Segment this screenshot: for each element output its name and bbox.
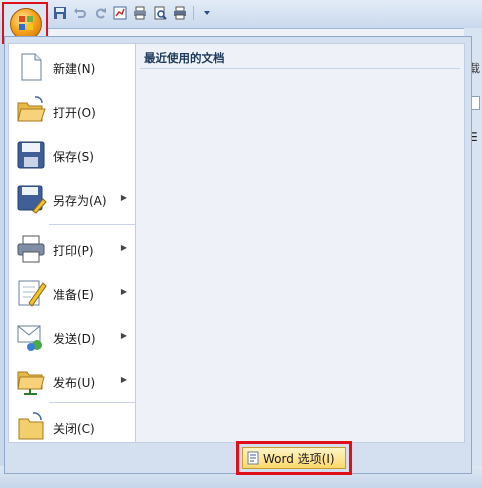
close-folder-icon [18,412,44,440]
menu-item-print[interactable]: 打印(P) ▶ [9,228,135,270]
submenu-arrow-icon: ▶ [120,287,127,296]
submenu-arrow-icon: ▶ [120,331,127,340]
undo-icon[interactable] [72,5,88,21]
new-document-icon [21,53,42,81]
prepare-pen-icon [18,280,47,307]
menu-item-label: 打开(O) [53,106,96,120]
word-options-icon [247,451,259,465]
quick-print-icon[interactable] [172,5,188,21]
recent-documents-divider [140,68,460,69]
menu-item-save[interactable]: 保存(S) [9,134,135,176]
publish-folder-icon [17,371,45,395]
menu-item-label: 另存为(A) [53,194,107,208]
menu-separator [49,402,135,403]
toolbar-separator [193,6,194,20]
recent-documents-panel: 最近使用的文档 [136,43,465,443]
save-icon[interactable] [52,5,68,21]
print-icon[interactable] [132,5,148,21]
submenu-arrow-icon: ▶ [120,193,127,202]
menu-item-new[interactable]: 新建(N) [9,46,135,88]
menu-item-prepare[interactable]: 准备(E) ▶ [9,272,135,314]
word-options-highlight: Word 选项(I) [236,441,352,475]
menu-command-list: 新建(N) 打开(O) 保存(S) 另存为(A) ▶ 打印(P) ▶ 准备(E)… [8,43,136,443]
submenu-arrow-icon: ▶ [120,243,127,252]
menu-item-close[interactable]: 关闭(C) [9,406,135,448]
quick-access-toolbar [52,4,215,22]
office-logo-icon [19,16,33,30]
menu-item-label: 新建(N) [53,62,96,76]
office-menu: 新建(N) 打开(O) 保存(S) 另存为(A) ▶ 打印(P) ▶ 准备(E)… [4,36,472,474]
menu-item-open[interactable]: 打开(O) [9,90,135,132]
menu-item-label: 准备(E) [53,288,94,302]
recent-documents-title: 最近使用的文档 [144,51,225,65]
send-icon [17,325,42,351]
menu-item-label: 发送(D) [53,332,96,346]
open-folder-icon [17,96,46,122]
submenu-arrow-icon: ▶ [120,375,127,384]
word-options-label: Word 选项(I) [263,451,335,466]
printer-icon [17,235,45,263]
save-disk-icon [17,141,45,169]
menu-item-label: 保存(S) [53,150,94,164]
redo-icon[interactable] [92,5,108,21]
menu-item-label: 发布(U) [53,376,96,390]
word-options-button[interactable]: Word 选项(I) [242,447,346,469]
customize-toolbar-icon[interactable] [199,5,215,21]
menu-item-publish[interactable]: 发布(U) ▶ [9,360,135,402]
menu-item-label: 关闭(C) [53,422,95,436]
menu-item-send[interactable]: 发送(D) ▶ [9,316,135,358]
menu-separator [49,224,135,225]
menu-item-save-as[interactable]: 另存为(A) ▶ [9,178,135,220]
save-as-icon [17,185,47,214]
print-preview-icon[interactable] [152,5,168,21]
menu-item-label: 打印(P) [53,244,94,258]
chart-icon[interactable] [112,5,128,21]
